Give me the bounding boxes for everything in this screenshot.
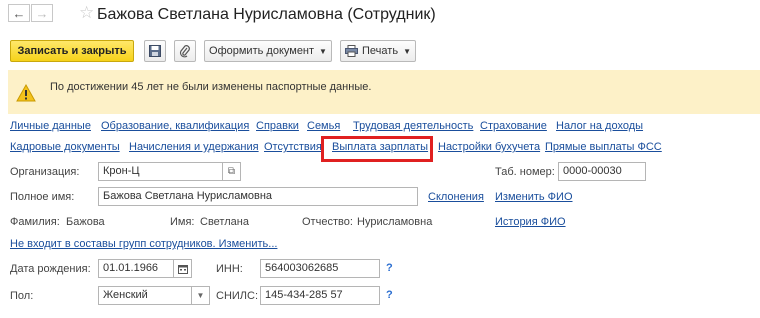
tab-work-history[interactable]: Трудовая деятельность [353,120,473,132]
tab-personal-data[interactable]: Личные данные [10,120,91,132]
save-and-close-button[interactable]: Записать и закрыть [10,40,134,62]
history-fio-link[interactable]: История ФИО [495,216,566,228]
highlight-box [321,136,433,162]
attach-button[interactable] [174,40,196,62]
birth-date-label: Дата рождения: [10,263,91,275]
page-title: Бажова Светлана Нурисламовна (Сотрудник) [97,6,436,23]
tab-family[interactable]: Семья [307,120,340,132]
surname-label: Фамилия: [10,216,60,228]
tab-accruals[interactable]: Начисления и удержания [129,141,259,153]
save-button[interactable] [144,40,166,62]
open-org-button[interactable]: ⧉ [223,162,241,181]
chevron-down-icon: ▼ [319,46,327,56]
inn-field[interactable]: 564003062685 [260,259,380,278]
snils-help-icon[interactable]: ? [386,289,393,301]
chevron-down-icon: ▼ [196,291,205,300]
gender-select[interactable]: Женский [98,286,192,305]
warning-icon [16,84,36,102]
tab-hr-documents[interactable]: Кадровые документы [10,141,120,153]
calendar-button[interactable] [174,259,192,278]
inn-help-icon[interactable]: ? [386,262,393,274]
paperclip-icon [179,44,190,57]
tab-absences[interactable]: Отсутствия [264,141,322,153]
snils-field[interactable]: 145-434-285 57 [260,286,380,305]
snils-label: СНИЛС: [216,290,259,302]
name-value: Светлана [200,216,249,228]
print-dropdown[interactable]: Печать ▼ [340,40,416,62]
arrow-right-icon: → [35,5,49,21]
tab-insurance[interactable]: Страхование [480,120,547,132]
floppy-icon [149,45,161,57]
gender-label: Пол: [10,290,34,302]
birth-date-field[interactable]: 01.01.1966 [98,259,174,278]
calendar-icon [177,264,188,274]
fullname-field[interactable]: Бажова Светлана Нурисламовна [98,187,418,206]
inn-label: ИНН: [216,263,243,275]
surname-value: Бажова [66,216,105,228]
employee-groups-link[interactable]: Не входит в составы групп сотрудников. И… [10,238,277,250]
warning-banner: По достижении 45 лет не были изменены па… [8,70,760,114]
create-document-label: Оформить документ [209,45,315,57]
gender-dropdown-button[interactable]: ▼ [192,286,210,305]
print-label: Печать [362,45,399,57]
tab-education[interactable]: Образование, квалификация [101,120,249,132]
arrow-left-icon: ← [12,5,26,21]
printer-icon [345,45,359,57]
chevron-down-icon: ▼ [403,46,411,56]
tab-number-label: Таб. номер: [495,166,555,178]
patronymic-value: Нурисламовна [357,216,433,228]
forward-button[interactable]: → [31,4,53,22]
back-button[interactable]: ← [8,4,30,22]
tab-income-tax[interactable]: Налог на доходы [556,120,643,132]
tab-certificates[interactable]: Справки [256,120,299,132]
open-icon: ⧉ [227,166,236,177]
patronymic-label: Отчество: [302,216,353,228]
create-document-dropdown[interactable]: Оформить документ ▼ [204,40,332,62]
declensions-link[interactable]: Склонения [428,191,484,203]
fullname-label: Полное имя: [10,191,75,203]
tab-fss-payments[interactable]: Прямые выплаты ФСС [545,141,662,153]
org-label: Организация: [10,166,80,178]
change-fio-link[interactable]: Изменить ФИО [495,191,573,203]
warning-text: По достижении 45 лет не были изменены па… [50,81,372,93]
org-field[interactable]: Крон-Ц [98,162,223,181]
star-icon[interactable]: ☆ [79,3,94,23]
tab-number-field[interactable]: 0000-00030 [558,162,646,181]
tab-accounting-settings[interactable]: Настройки бухучета [438,141,540,153]
name-label: Имя: [170,216,195,228]
